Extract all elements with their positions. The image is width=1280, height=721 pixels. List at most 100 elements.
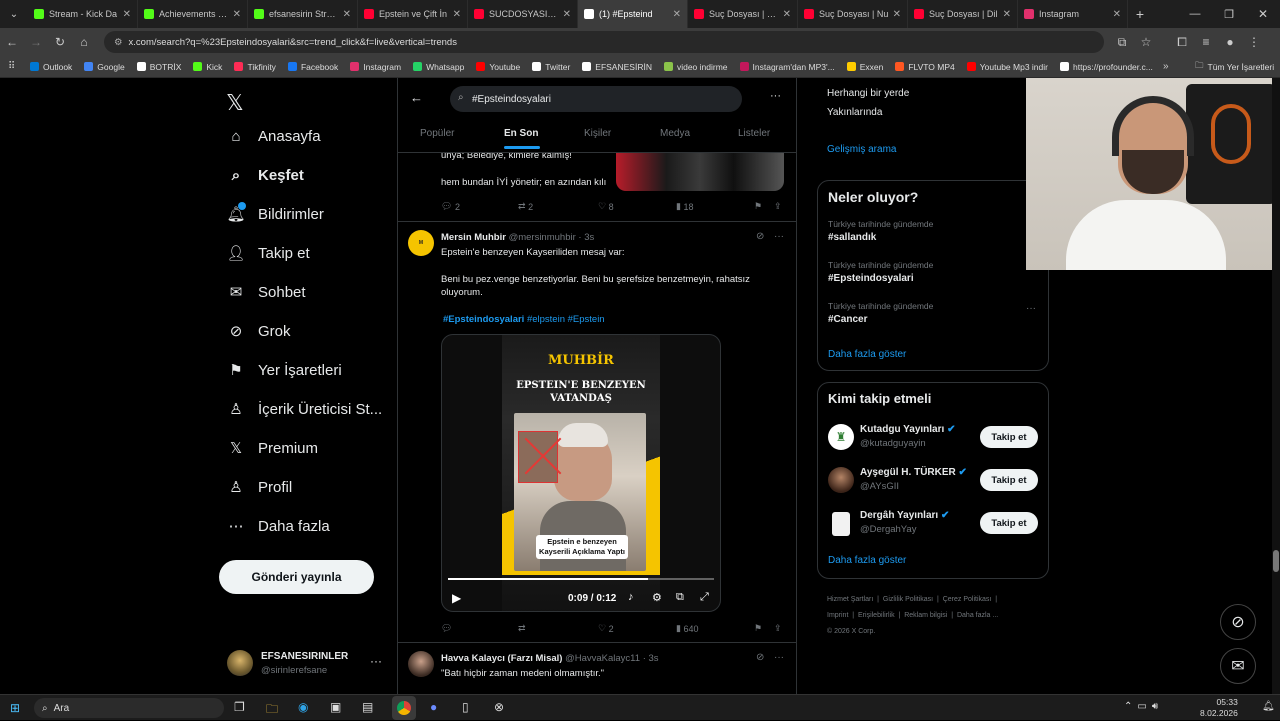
browser-tab[interactable]: Suç Dosyası | Nu ✕ [798,0,908,28]
footer-link[interactable]: Çerez Politikası [943,596,992,603]
bookmark-item[interactable]: Outlook [30,62,72,72]
views-action[interactable]: ▮ 640 [676,623,699,634]
tweet[interactable]: M Mersin Muhbir @mersinmuhbir · 3s ⊘ ···… [398,222,796,642]
browser-tab[interactable]: Epstein ve Çift İn ✕ [358,0,468,28]
bookmark-item[interactable]: FLVTO MP4 [895,62,955,72]
reply-action[interactable]: 💬︎ 2 [441,201,460,212]
chrome-taskbar-button[interactable] [392,696,416,720]
nav-item-7[interactable]: ♙ İçerik Üreticisi St... [226,399,382,419]
share-action[interactable]: ⇪ [774,623,782,634]
pip-icon[interactable]: ⧉ [676,591,684,604]
more-dots-icon[interactable]: ··· [370,654,382,668]
hashtag-link[interactable]: #elpstein [527,314,565,325]
nav-item-10[interactable]: ⋯ Daha fazla [226,516,330,536]
bookmark-item[interactable]: Instagram'dan MP3'... [739,62,835,72]
clock[interactable]: 05:33 8.02.2026 [1200,697,1238,719]
more-bookmarks-icon[interactable]: » [1163,61,1169,72]
follow-avatar[interactable]: ♜ [828,424,854,450]
browser-tab[interactable]: efsanesirin Stream ✕ [248,0,358,28]
nav-item-8[interactable]: 𝕏 Premium [226,438,318,458]
like-action[interactable]: ♡ 8 [598,201,614,212]
account-switcher[interactable]: EFSANESIRINLER @sirinlerefsane ··· [227,650,397,680]
next-tweet-time[interactable]: · 3s [643,653,659,664]
bookmark-item[interactable]: EFSANESİRİN [582,62,652,72]
bookmark-item[interactable]: Kick [193,62,222,72]
tweet-author-handle[interactable]: @mersinmuhbir [509,232,576,243]
all-bookmarks-folder[interactable]: 🗀 Tüm Yer İşaretleri [1195,60,1274,74]
grok-icon[interactable]: ⊘ [756,652,764,663]
bookmark-item[interactable]: Twitter [532,62,570,72]
footer-link[interactable]: Erişilebilirlik [858,612,895,619]
prev-tweet-image[interactable] [616,153,784,191]
bookmark-item[interactable]: Whatsapp [413,62,464,72]
settings-icon[interactable]: ⚙ [652,591,662,604]
follow-button[interactable]: Takip et [980,426,1038,448]
nav-item-6[interactable]: ⚑ Yer İşaretleri [226,360,341,380]
apps-grid-icon[interactable]: ⠿ [8,61,15,72]
location-option-anywhere[interactable]: Herhangi bir yerde [827,88,909,99]
follow-suggestion[interactable]: ♜ Kutadgu Yayınları ✔ @kutadguyayin Taki… [818,421,1050,453]
messages-float-button[interactable]: ✉ [1220,648,1256,684]
reload-icon[interactable]: ↻ [48,35,72,49]
trend-item[interactable]: Türkiye tarihinde gündemde #Epsteindosya… [828,260,933,284]
profile-icon[interactable]: ● [1218,35,1242,49]
tab-close-icon[interactable]: ✕ [123,9,131,20]
tab-close-icon[interactable]: ✕ [343,9,351,20]
nav-item-0[interactable]: ⌂ Anasayfa [226,126,320,146]
taskbar-search[interactable]: ⌕ Ara [34,698,224,718]
tab-close-icon[interactable]: ✕ [1003,9,1011,20]
install-icon[interactable]: ⧉ [1110,35,1134,50]
advanced-search-link[interactable]: Gelişmiş arama [827,144,896,155]
retweet-action[interactable]: ⇄ 2 [518,201,533,212]
trend-more-icon[interactable]: ··· [1026,303,1036,314]
app-icon[interactable]: ▤ [362,700,373,714]
edge-icon[interactable]: ◉ [298,700,308,714]
next-tweet-author-handle[interactable]: @HavvaKalayc11 [565,653,640,664]
tab-lists[interactable]: Listeler [738,128,770,139]
post-button[interactable]: Gönderi yayınla [219,560,374,594]
next-tweet-avatar[interactable] [408,651,434,677]
volume-icon[interactable]: ♪ [628,591,634,603]
retweet-action[interactable]: ⇄ [518,623,528,634]
follow-avatar[interactable] [832,512,850,536]
video-player[interactable]: MUHBİR EPSTEIN'E BENZEYEN VATANDAŞ Epste… [441,334,721,612]
new-tab-button[interactable]: + [1128,6,1152,22]
trend-item[interactable]: Türkiye tarihinde gündemde #sallandık [828,219,933,243]
tab-close-icon[interactable]: ✕ [783,9,791,20]
footer-link[interactable]: Daha fazla ... [957,612,998,619]
trend-item[interactable]: Türkiye tarihinde gündemde #Cancer [828,301,933,325]
browser-tab[interactable]: Stream - Kick Da ✕ [28,0,138,28]
nav-item-5[interactable]: ⊘ Grok [226,321,291,341]
scrollbar-thumb[interactable] [1273,550,1279,572]
nav-item-1[interactable]: ⌕ Keşfet [226,165,304,185]
next-tweet[interactable]: Havva Kalaycı (Farzı Misal) @HavvaKalayc… [398,643,796,694]
back-arrow-icon[interactable]: ← [410,90,423,105]
bookmark-item[interactable]: Google [84,62,125,72]
bookmark-item[interactable]: Exxen [846,62,883,72]
document-icon[interactable]: ▯ [462,700,469,714]
tab-close-icon[interactable]: ✕ [893,9,901,20]
search-options-icon[interactable]: ··· [770,90,781,102]
hashtag-link[interactable]: #Epsteindosyalari [443,314,524,325]
app-icon[interactable]: ⊗ [494,700,504,714]
page-scrollbar[interactable] [1272,78,1280,694]
minimize-icon[interactable]: — [1178,8,1212,20]
tab-close-icon[interactable]: ✕ [233,9,241,20]
browser-tab[interactable]: (1) #Epsteind ✕ [578,0,688,28]
search-input[interactable]: ⌕ #Epsteindosyalari [450,86,742,112]
tab-close-icon[interactable]: ✕ [673,9,681,20]
like-action[interactable]: ♡ 2 [598,623,614,634]
tweet-time[interactable]: · 3s [578,232,594,243]
bookmark-item[interactable]: BOTRİX [136,62,181,72]
url-field[interactable]: ⚙ x.com/search?q=%23Epsteindosyalari&src… [104,31,1104,53]
menu-icon[interactable]: ⋮ [1242,35,1266,49]
tweet-more-icon[interactable]: ··· [774,652,784,663]
tab-popular[interactable]: Popüler [420,128,454,139]
tab-close-icon[interactable]: ✕ [1113,9,1121,20]
file-explorer-icon[interactable]: 🗀 [266,700,278,721]
nav-item-9[interactable]: ♙ Profil [226,477,292,497]
footer-link[interactable]: Hizmet Şartları [827,596,873,603]
browser-tab[interactable]: Instagram ✕ [1018,0,1128,28]
bookmark-star-icon[interactable]: ☆ [1134,35,1158,49]
tab-list-chevron-icon[interactable]: ⌄ [0,9,28,20]
